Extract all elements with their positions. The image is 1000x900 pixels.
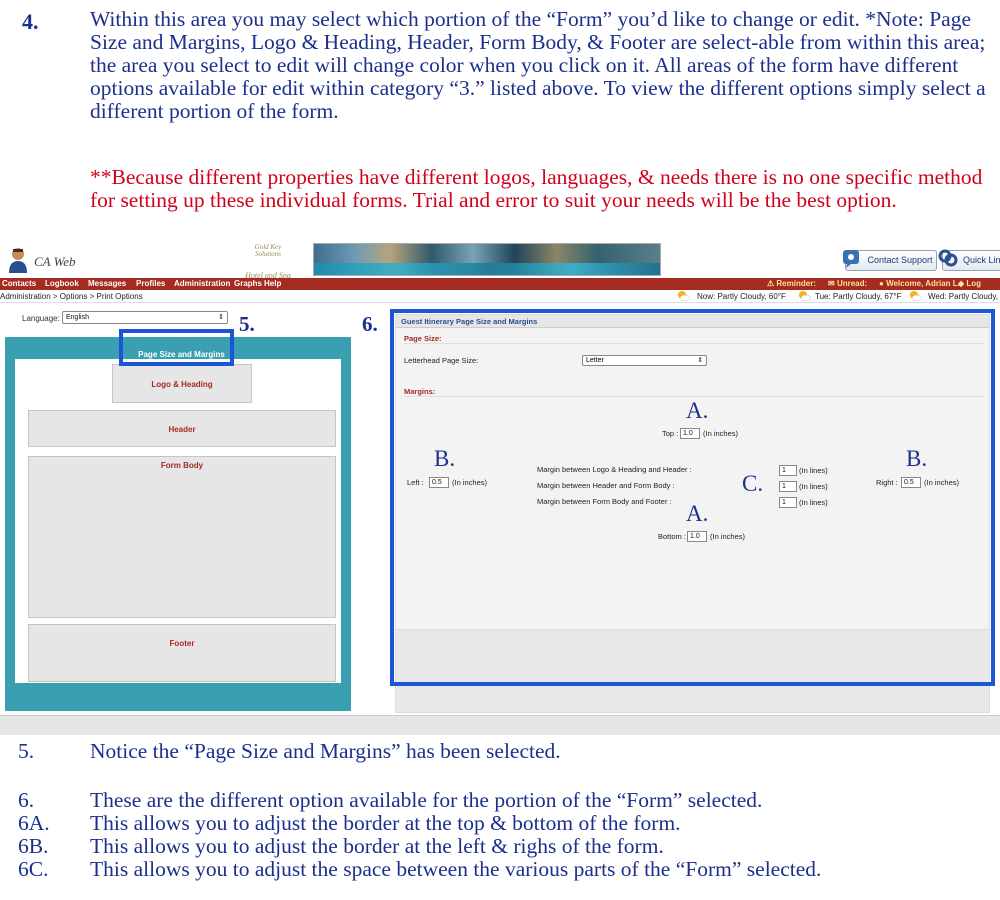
user-logo-icon [9,248,27,273]
breadcrumb: Administration > Options > Print Options [0,292,143,301]
app-footer-strip [0,715,1000,735]
select-arrows-icon: ⇕ [218,314,224,321]
menu-help[interactable]: Help [264,278,281,290]
step-number: 4. [22,9,39,34]
note-number: 6. [18,788,35,812]
callout-5-highlight [119,329,234,366]
weather-wednesday: Wed: Partly Cloudy, [928,292,998,301]
welcome-label: Welcome, Adrian L. [886,279,960,288]
unread-label: Unread: [836,279,868,288]
unread-link[interactable]: ✉ Unread: [828,278,867,290]
form-paper: Logo & Heading Header Form Body Footer [15,359,341,683]
support-icon [843,250,859,268]
partly-cloudy-icon [910,291,922,301]
contact-support-label: Contact Support [867,255,933,265]
quick-links-button[interactable]: Quick Link [938,249,1000,271]
brand-bar: CA Web Gold Key Solutions Hotel and Spa … [0,240,1000,280]
header-section[interactable]: Header [28,410,336,447]
callout-5-label: 5. [239,312,255,336]
hotel-banner-image [313,243,661,276]
menu-administration[interactable]: Administration [174,278,230,290]
reminder-label: Reminder: [776,279,816,288]
explanatory-notes: 5. Notice the “Page Size and Margins” ha… [0,735,1000,895]
note-text: This allows you to adjust the border at … [90,834,664,858]
logout-label: Log [966,279,982,288]
note-number: 6C. [18,857,49,881]
menu-contacts[interactable]: Contacts [2,278,36,290]
note-number: 6B. [18,834,49,858]
note-number: 6A. [18,811,50,835]
intro-paragraph-2: **Because different properties have diff… [90,165,983,212]
intro-paragraph-1: Within this area you may select which po… [90,7,986,123]
menu-messages[interactable]: Messages [88,278,126,290]
partly-cloudy-icon [799,291,811,301]
reminder-link[interactable]: ⚠ Reminder: [767,278,816,290]
language-value: English [66,314,89,321]
hotel-logo-line1: Gold Key Solutions [254,243,282,258]
note-text: This allows you to adjust the border at … [90,811,681,835]
welcome-user[interactable]: ● Welcome, Adrian L. [879,278,960,290]
link-icon [938,249,958,267]
note-text: Notice the “Page Size and Margins” has b… [90,739,561,763]
app-logo-text: CA Web [34,254,76,269]
callout-6-highlight [390,309,995,686]
menu-logbook[interactable]: Logbook [45,278,79,290]
intro-instructions: 4. Within this area you may select which… [0,0,1000,240]
language-select[interactable]: English ⇕ [62,311,228,324]
logout-link[interactable]: ◆ Log [958,278,981,290]
menu-graphs[interactable]: Graphs [234,278,262,290]
breadcrumb-bar: Administration > Options > Print Options… [0,290,1000,303]
note-text: This allows you to adjust the space betw… [90,857,822,881]
note-text: These are the different option available… [90,788,763,812]
main-menu-bar: Contacts Logbook Messages Profiles Admin… [0,278,1000,290]
menu-profiles[interactable]: Profiles [136,278,165,290]
weather-tuesday: Tue: Partly Cloudy, 67°F [815,292,902,301]
note-number: 5. [18,739,35,763]
form-preview: Page Size and Margins Logo & Heading Hea… [5,337,351,711]
quick-links-label: Quick Link [962,255,1000,265]
partly-cloudy-icon [678,291,690,301]
logo-heading-section[interactable]: Logo & Heading [112,364,252,403]
footer-section[interactable]: Footer [28,624,336,682]
callout-6-label: 6. [362,312,378,336]
form-body-section[interactable]: Form Body [28,456,336,618]
hotel-logo: Gold Key Solutions Hotel and Spa [245,243,291,280]
app-screenshot: CA Web Gold Key Solutions Hotel and Spa … [0,240,1000,735]
contact-support-button[interactable]: Contact Support [843,250,937,271]
language-label: Language: [22,314,60,323]
weather-now: Now: Partly Cloudy, 60°F [697,292,786,301]
